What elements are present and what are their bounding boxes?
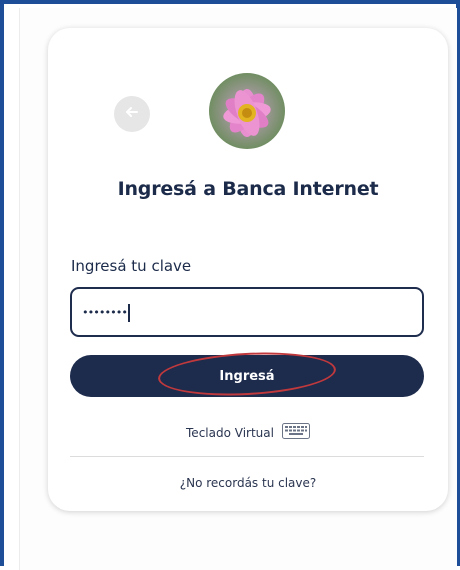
back-button[interactable] [114, 96, 150, 132]
arrow-left-icon [124, 104, 140, 124]
text-caret [128, 304, 130, 322]
page-title: Ingresá a Banca Internet [117, 178, 379, 200]
flower-avatar-image [209, 73, 285, 149]
forgot-password-link[interactable]: ¿No recordás tu clave? [48, 476, 448, 490]
keyboard-icon [281, 423, 310, 442]
divider [70, 456, 424, 457]
virtual-keyboard-label: Teclado Virtual [186, 425, 274, 440]
submit-button[interactable]: Ingresá [70, 355, 424, 397]
password-field[interactable] [70, 287, 424, 337]
password-input[interactable] [82, 289, 402, 335]
window-frame: Ingresá a Banca Internet Ingresá tu clav… [0, 0, 460, 570]
avatar [209, 73, 285, 149]
login-card: Ingresá a Banca Internet Ingresá tu clav… [48, 28, 448, 511]
password-label: Ingresá tu clave [71, 257, 192, 275]
virtual-keyboard-link[interactable]: Teclado Virtual [48, 423, 448, 442]
